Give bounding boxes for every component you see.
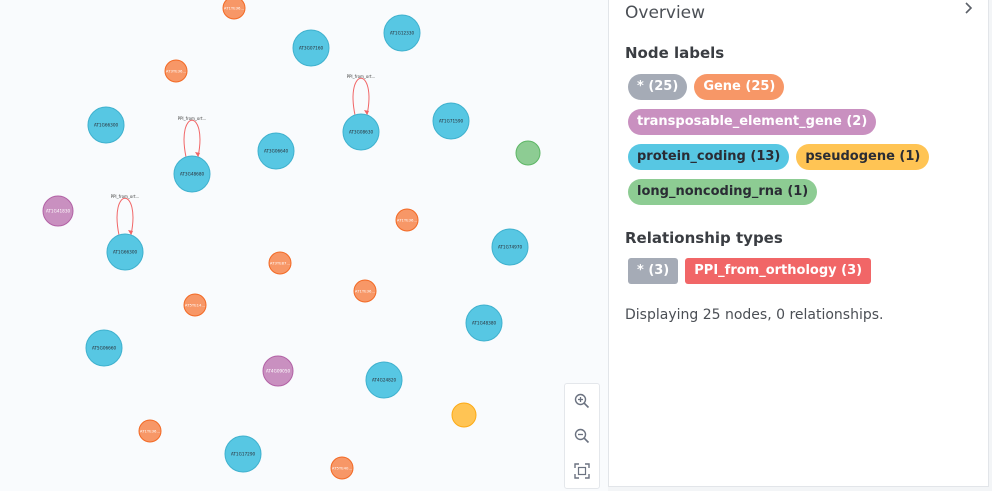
collapse-panel-button[interactable] [958, 0, 978, 20]
node-label: AT1TE36... [140, 429, 160, 434]
relationship-label: PPI_from_ort... [178, 116, 207, 121]
graph-svg[interactable]: PPI_from_ort... PPI_from_ort... PPI_from_o… [0, 0, 608, 491]
relationship-types-title: Relationship types [625, 229, 783, 247]
graph-node[interactable]: AT1G74970 [491, 228, 529, 266]
self-loop-relationship[interactable]: PPI_from_ort... [178, 116, 207, 158]
node-label-chip-pseudogene[interactable]: pseudogene (1) [796, 144, 930, 170]
zoom-controls [564, 383, 600, 489]
node-label: AT1G66300 [94, 123, 119, 128]
panel-title: Overview [625, 3, 706, 23]
zoom-in-button[interactable] [568, 387, 596, 415]
graph-node[interactable]: AT3G06640 [257, 132, 295, 170]
graph-node[interactable]: AT3TE36... [164, 59, 188, 83]
relationship-label: PPI_from_ort... [111, 194, 140, 199]
node-circle[interactable] [515, 140, 541, 166]
fit-to-screen-button[interactable] [568, 457, 596, 485]
self-loop-relationship[interactable]: PPI_from_ort... [347, 74, 376, 116]
graph-node[interactable]: AT1G41830 [42, 195, 74, 227]
graph-node[interactable]: AT1G66300 [87, 106, 125, 144]
graph-node[interactable]: AT5G06660 [85, 329, 123, 367]
graph-node[interactable]: AT3G48680 [173, 155, 211, 193]
chevron-right-icon [965, 2, 973, 14]
graph-canvas[interactable]: PPI_from_ort... PPI_from_ort... PPI_from_o… [0, 0, 608, 491]
node-label-chip-transposable-element-gene[interactable]: transposable_element_gene (2) [628, 109, 877, 135]
node-label: AT1G66300 [113, 250, 138, 255]
graph-node[interactable]: AT5TE40... [330, 456, 354, 480]
node-label: AT5TE14... [185, 303, 205, 308]
node-label: AT4G09050 [266, 369, 291, 374]
relationship-arc[interactable] [352, 77, 370, 116]
relationship-chip-ppi-from-orthology[interactable]: PPI_from_orthology (3) [685, 258, 872, 284]
zoom-in-icon [574, 394, 590, 409]
graph-node[interactable]: AT1G71590 [432, 102, 470, 140]
node-label: AT1G48380 [472, 321, 497, 326]
graph-node[interactable]: AT5TE14... [183, 293, 207, 317]
node-label: AT5TE40... [332, 466, 352, 471]
zoom-out-button[interactable] [568, 422, 596, 450]
self-loop-relationship[interactable]: PPI_from_ort... [111, 194, 140, 236]
graph-node[interactable]: AT4G09050 [262, 355, 294, 387]
graph-node[interactable]: AT1TE36... [353, 279, 377, 303]
node-label: AT1G41830 [46, 209, 71, 214]
graph-node[interactable]: AT3G07160 [292, 29, 330, 67]
relationship-chip-all[interactable]: * (3) [628, 258, 679, 284]
relationship-arc[interactable] [183, 119, 201, 158]
node-label: AT3G08630 [349, 130, 374, 135]
node-label-chip-gene[interactable]: Gene (25) [694, 74, 785, 100]
relationship-label: PPI_from_ort... [347, 74, 376, 79]
graph-node[interactable]: AT4G24820 [365, 361, 403, 399]
node-label-chip-all[interactable]: * (25) [628, 74, 688, 100]
node-label: AT4G24820 [372, 378, 397, 383]
relationship-type-chips: * (3) PPI_from_orthology (3) [628, 258, 978, 293]
node-label: AT3G06640 [264, 149, 289, 154]
node-label: AT1G74970 [498, 245, 523, 250]
graph-node[interactable]: AT1TE36... [222, 0, 246, 20]
node-label: AT1TE36... [224, 6, 244, 11]
node-label: AT1G17290 [231, 452, 256, 457]
zoom-out-icon [574, 428, 590, 444]
status-text: Displaying 25 nodes, 0 relationships. [625, 307, 884, 323]
graph-node[interactable]: AT1TE36... [395, 208, 419, 232]
relationship-arc[interactable] [116, 197, 134, 236]
node-label: AT1G12330 [390, 31, 415, 36]
graph-node[interactable] [451, 402, 477, 428]
node-label: AT1G71590 [439, 119, 464, 124]
node-label-chip-protein-coding[interactable]: protein_coding (13) [628, 144, 790, 170]
graph-node[interactable]: AT1G66300 [106, 233, 144, 271]
node-label: AT5G06660 [92, 346, 117, 351]
node-label: AT3TE36... [166, 69, 186, 74]
node-labels-title: Node labels [625, 44, 725, 62]
node-circle[interactable] [451, 402, 477, 428]
graph-node[interactable]: AT1TE36... [138, 419, 162, 443]
graph-node[interactable]: AT3G08630 [342, 113, 380, 151]
fit-screen-icon [574, 462, 590, 479]
graph-node[interactable]: AT1G48380 [465, 304, 503, 342]
node-label: AT3TE87... [270, 261, 290, 266]
node-label: AT1TE36... [397, 218, 417, 223]
graph-node[interactable]: AT3TE87... [268, 251, 292, 275]
node-label-chip-long-noncoding-rna[interactable]: long_noncoding_rna (1) [628, 179, 818, 205]
graph-node[interactable] [515, 140, 541, 166]
graph-node[interactable]: AT1G17290 [224, 435, 262, 473]
overview-panel: Overview Node labels * (25) Gene (25) tr… [608, 0, 989, 487]
node-label-chips: * (25) Gene (25) transposable_element_ge… [628, 74, 978, 214]
node-label: AT1TE36... [355, 289, 375, 294]
graph-node[interactable]: AT1G12330 [383, 14, 421, 52]
node-label: AT3G48680 [180, 172, 205, 177]
node-label: AT3G07160 [299, 46, 324, 51]
